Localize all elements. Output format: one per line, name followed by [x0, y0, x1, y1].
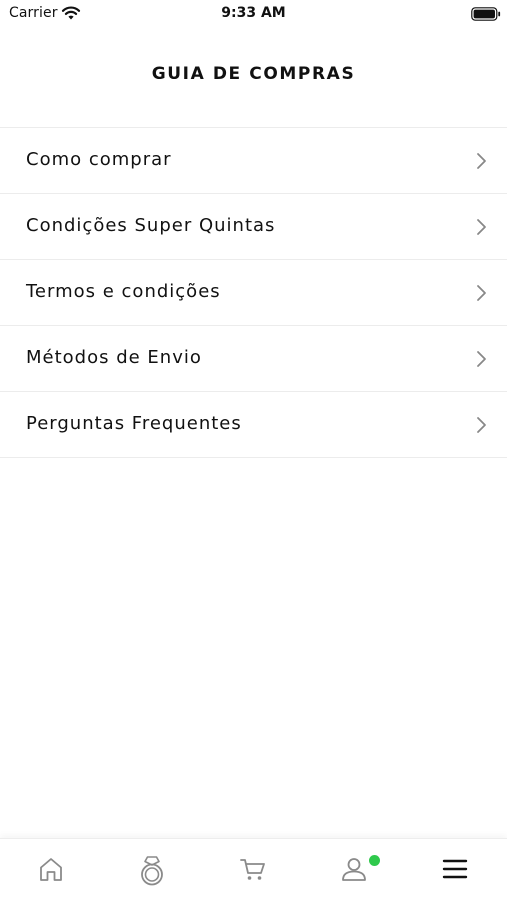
status-bar: Carrier 9:33 AM	[0, 0, 507, 28]
tab-jewelry[interactable]	[101, 839, 202, 901]
chevron-right-icon	[477, 285, 486, 301]
chevron-right-icon	[477, 153, 486, 169]
menu-item-label: Perguntas Frequentes	[26, 413, 242, 434]
tab-cart[interactable]	[202, 839, 303, 901]
menu-item-label: Termos e condições	[26, 281, 221, 302]
cart-icon	[239, 859, 265, 880]
page-title: GUIA DE COMPRAS	[151, 64, 356, 84]
status-time: 9:33 AM	[221, 5, 286, 21]
chevron-right-icon	[477, 417, 486, 433]
battery-icon	[471, 7, 501, 21]
home-icon	[39, 858, 62, 881]
menu-item-condicoes-super-quintas[interactable]: Condições Super Quintas	[0, 194, 507, 260]
ring-icon	[140, 856, 163, 886]
shopping-guide-list: Como comprar Condições Super Quintas Ter…	[0, 127, 507, 458]
menu-item-como-comprar[interactable]: Como comprar	[0, 128, 507, 194]
tab-home[interactable]	[0, 839, 101, 901]
chevron-right-icon	[477, 219, 486, 235]
user-icon	[341, 858, 366, 881]
menu-icon	[442, 859, 467, 879]
menu-item-label: Como comprar	[26, 149, 172, 170]
tab-menu[interactable]	[404, 839, 505, 901]
menu-item-perguntas-frequentes[interactable]: Perguntas Frequentes	[0, 392, 507, 458]
chevron-right-icon	[477, 351, 486, 367]
menu-item-metodos-de-envio[interactable]: Métodos de Envio	[0, 326, 507, 392]
menu-item-label: Métodos de Envio	[26, 347, 202, 368]
tab-account[interactable]	[303, 839, 404, 901]
menu-item-termos-e-condicoes[interactable]: Termos e condições	[0, 260, 507, 326]
notification-badge	[369, 855, 380, 866]
menu-item-label: Condições Super Quintas	[26, 215, 276, 236]
bottom-tab-bar	[0, 838, 507, 901]
